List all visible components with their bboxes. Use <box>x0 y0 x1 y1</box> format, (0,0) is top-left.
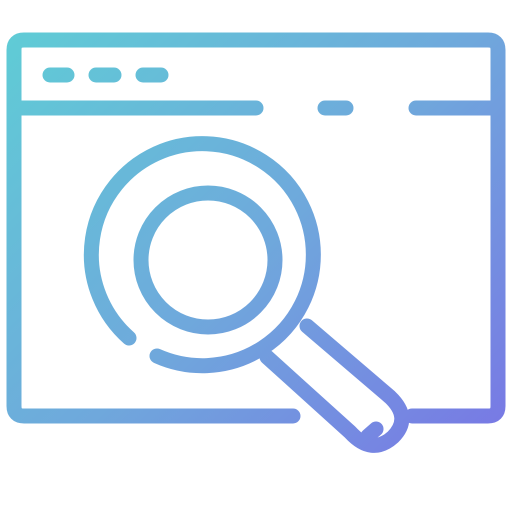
browser-search-icon <box>6 32 506 453</box>
icon-canvas <box>0 0 512 512</box>
magnifier-lens <box>133 185 283 335</box>
handle-grip-mark <box>360 421 384 444</box>
